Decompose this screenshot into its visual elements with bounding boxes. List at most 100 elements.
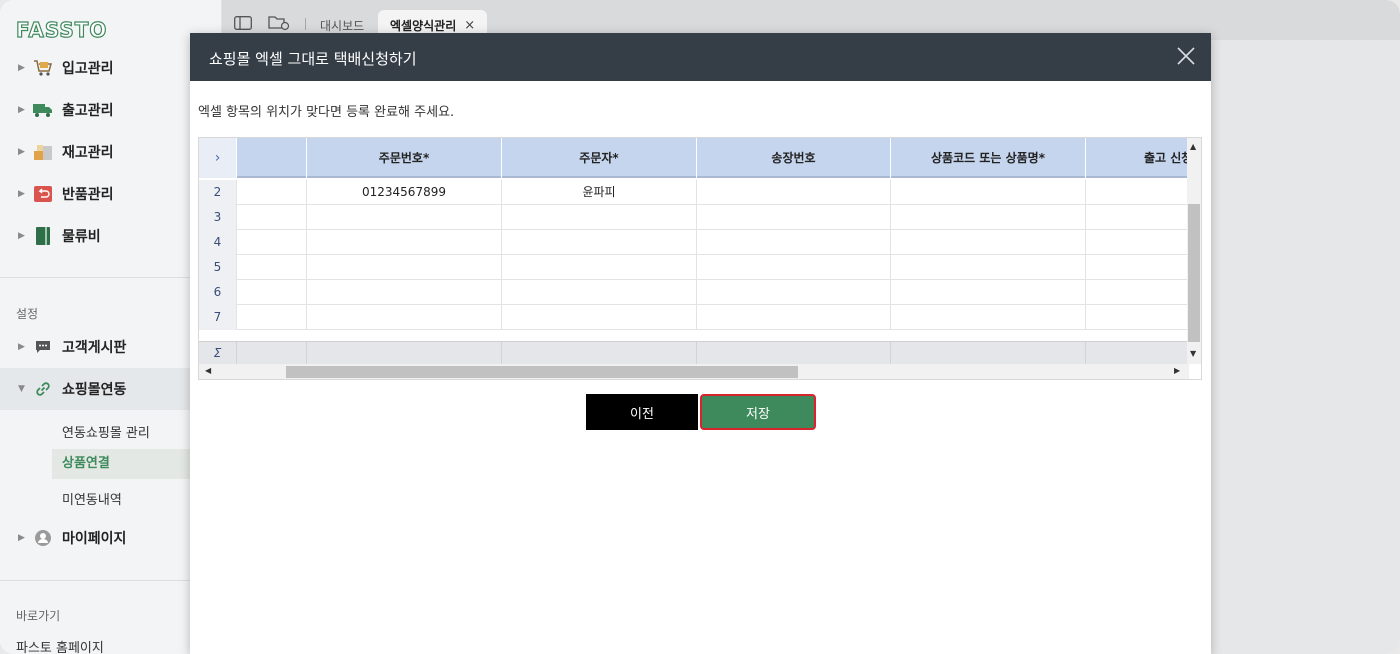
truck-icon xyxy=(33,101,53,119)
table-cell[interactable] xyxy=(237,280,307,305)
vertical-scroll-thumb[interactable] xyxy=(1188,204,1200,342)
sidebar-item-label: 재고관리 xyxy=(62,145,114,161)
sidebar-item-inventory[interactable]: ▶ 재고관리 xyxy=(0,131,222,173)
table-cell[interactable] xyxy=(891,205,1086,230)
table-cell[interactable] xyxy=(891,305,1086,330)
table-cell[interactable] xyxy=(697,180,891,205)
sub-item-unlinked-history[interactable]: 미연동내역 xyxy=(62,489,122,508)
table-row[interactable]: 6 xyxy=(199,280,1189,305)
boxes-icon xyxy=(33,143,53,161)
table-cell[interactable] xyxy=(891,280,1086,305)
table-row[interactable]: 2 01234567899 윤파피 xyxy=(199,180,1189,205)
prev-button[interactable]: 이전 xyxy=(586,394,698,430)
save-button[interactable]: 저장 xyxy=(700,394,816,430)
table-cell[interactable] xyxy=(891,230,1086,255)
table-cell[interactable] xyxy=(237,255,307,280)
table-cell[interactable] xyxy=(697,305,891,330)
column-header-release-request[interactable]: 출고 신청 xyxy=(1086,138,1189,178)
horizontal-scroll-thumb[interactable] xyxy=(286,366,798,378)
sidebar-divider xyxy=(0,580,190,581)
table-cell[interactable] xyxy=(237,205,307,230)
brand-logo[interactable]: FASSTO xyxy=(15,17,107,42)
sidebar: FASSTO ▶ 입고관리 ▶ 출고관리 ▶ 재고관리 ▶ 반품관리 ▶ 물류비… xyxy=(0,0,222,654)
panel-toggle-icon[interactable] xyxy=(234,15,252,30)
column-header-invoice-no[interactable]: 송장번호 xyxy=(697,138,891,178)
table-cell[interactable] xyxy=(697,230,891,255)
table-cell[interactable] xyxy=(502,230,697,255)
table-cell[interactable] xyxy=(1086,280,1189,305)
table-cell[interactable] xyxy=(697,205,891,230)
table-cell[interactable] xyxy=(307,230,502,255)
sidebar-item-board[interactable]: ▶ 고객게시판 xyxy=(0,326,222,368)
chevron-right-icon: ▶ xyxy=(18,105,25,115)
vertical-scrollbar[interactable]: ▲ ▼ xyxy=(1187,138,1201,364)
close-icon[interactable] xyxy=(1175,45,1197,67)
table-cell[interactable] xyxy=(697,255,891,280)
table-cell[interactable] xyxy=(1086,205,1189,230)
sidebar-item-mall-integration[interactable]: ▼ 쇼핑몰연동 xyxy=(0,368,222,410)
column-header-product[interactable]: 상품코드 또는 상품명* xyxy=(891,138,1086,178)
table-cell[interactable] xyxy=(502,280,697,305)
sidebar-item-label: 출고관리 xyxy=(62,103,114,119)
table-cell[interactable] xyxy=(1086,305,1189,330)
table-cell[interactable] xyxy=(307,280,502,305)
table-cell[interactable]: 01234567899 xyxy=(307,180,502,205)
excel-grid: › 주문번호* 주문자* 송장번호 상품코드 또는 상품명* 출고 신청 2 0… xyxy=(198,137,1202,380)
horizontal-scrollbar[interactable]: ◀ ▶ xyxy=(199,364,1189,379)
table-cell[interactable] xyxy=(237,180,307,205)
table-cell[interactable] xyxy=(307,205,502,230)
sidebar-item-homepage-link[interactable]: 파스토 홈페이지 xyxy=(16,637,104,654)
close-icon[interactable]: × xyxy=(464,18,475,33)
table-row[interactable]: 5 xyxy=(199,255,1189,280)
summary-row: Σ xyxy=(199,341,1189,365)
sidebar-item-mypage[interactable]: ▶ 마이페이지 xyxy=(0,517,222,559)
table-cell[interactable] xyxy=(1086,180,1189,205)
scroll-left-icon[interactable]: ◀ xyxy=(205,366,211,375)
table-cell[interactable]: 윤파피 xyxy=(502,180,697,205)
table-cell[interactable] xyxy=(502,205,697,230)
table-cell[interactable] xyxy=(891,255,1086,280)
table-cell[interactable] xyxy=(891,180,1086,205)
instruction-text: 엑셀 항목의 위치가 맞다면 등록 완료해 주세요. xyxy=(198,105,455,120)
chat-icon xyxy=(33,338,53,356)
sum-icon: Σ xyxy=(199,342,237,365)
chevron-right-icon: ▶ xyxy=(18,63,25,73)
column-header-order-no[interactable]: 주문번호* xyxy=(307,138,502,178)
sidebar-item-label: 물류비 xyxy=(62,229,101,245)
grid-header: › 주문번호* 주문자* 송장번호 상품코드 또는 상품명* 출고 신청 xyxy=(199,138,1189,178)
sub-item-mall-management[interactable]: 연동쇼핑몰 관리 xyxy=(62,422,150,441)
table-row[interactable]: 4 xyxy=(199,230,1189,255)
table-cell[interactable] xyxy=(1086,230,1189,255)
table-cell[interactable] xyxy=(307,255,502,280)
sidebar-divider xyxy=(0,277,190,278)
sidebar-item-inbound[interactable]: ▶ 입고관리 xyxy=(0,47,222,89)
table-row[interactable]: 7 xyxy=(199,305,1189,330)
app-window: FASSTO ▶ 입고관리 ▶ 출고관리 ▶ 재고관리 ▶ 반품관리 ▶ 물류비… xyxy=(0,0,1400,654)
row-index: 3 xyxy=(199,205,237,230)
column-header-orderer[interactable]: 주문자* xyxy=(502,138,697,178)
table-cell[interactable] xyxy=(1086,255,1189,280)
sidebar-item-outbound[interactable]: ▶ 출고관리 xyxy=(0,89,222,131)
sidebar-item-returns[interactable]: ▶ 반품관리 xyxy=(0,173,222,215)
scroll-down-icon[interactable]: ▼ xyxy=(1190,349,1196,358)
modal-header: 쇼핑몰 엑셀 그대로 택배신청하기 xyxy=(190,33,1211,81)
table-cell[interactable] xyxy=(237,230,307,255)
folder-settings-icon[interactable] xyxy=(268,15,290,31)
table-cell[interactable] xyxy=(502,305,697,330)
sidebar-item-logistics-fee[interactable]: ▶ 물류비 xyxy=(0,215,222,257)
row-index: 5 xyxy=(199,255,237,280)
table-row[interactable]: 3 xyxy=(199,205,1189,230)
table-cell[interactable] xyxy=(237,305,307,330)
expand-columns-icon[interactable]: › xyxy=(199,138,237,178)
summary-cell xyxy=(502,342,697,365)
column-header[interactable] xyxy=(237,138,307,178)
table-cell[interactable] xyxy=(697,280,891,305)
tab-label: 엑셀양식관리 xyxy=(390,18,457,33)
chevron-right-icon: ▶ xyxy=(18,147,25,157)
table-cell[interactable] xyxy=(502,255,697,280)
chevron-right-icon: ▶ xyxy=(18,231,25,241)
scroll-right-icon[interactable]: ▶ xyxy=(1174,366,1180,375)
settings-section-label: 설정 xyxy=(16,307,39,321)
scroll-up-icon[interactable]: ▲ xyxy=(1190,142,1196,151)
table-cell[interactable] xyxy=(307,305,502,330)
